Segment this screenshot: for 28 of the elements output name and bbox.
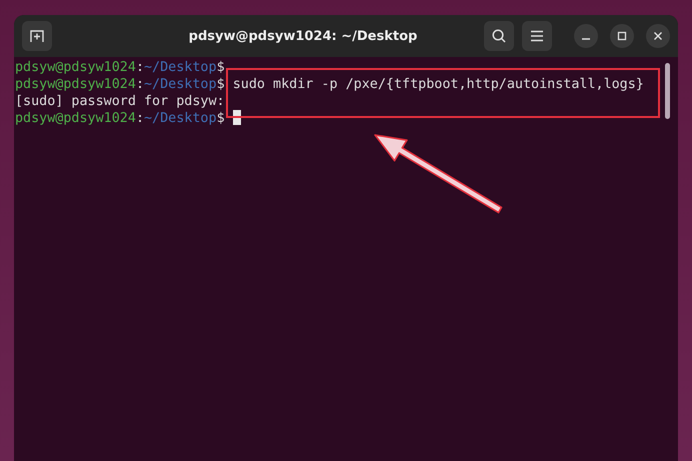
maximize-icon xyxy=(617,31,627,41)
menu-button[interactable] xyxy=(522,21,552,51)
close-icon xyxy=(653,31,663,41)
close-button[interactable] xyxy=(646,24,670,48)
minimize-button[interactable] xyxy=(574,24,598,48)
prompt-symbol: $ xyxy=(216,77,225,92)
minimize-icon xyxy=(582,38,590,40)
prompt-path: ~/Desktop xyxy=(144,111,217,126)
scrollbar[interactable] xyxy=(665,63,670,119)
search-icon xyxy=(491,28,507,44)
command-text: sudo mkdir -p /pxe/{tftpboot,http/autoinstall,logs} xyxy=(232,77,644,92)
prompt-path: ~/Desktop xyxy=(144,77,217,92)
prompt-user-host: pdsyw@pdsyw1024 xyxy=(15,77,136,92)
menu-icon xyxy=(530,30,544,42)
prompt-separator: : xyxy=(136,111,144,126)
prompt-symbol: $ xyxy=(216,60,225,75)
prompt-user-host: pdsyw@pdsyw1024 xyxy=(15,60,136,75)
prompt-path: ~/Desktop xyxy=(144,60,217,75)
prompt-separator: : xyxy=(136,60,144,75)
prompt-separator: : xyxy=(136,77,144,92)
prompt-symbol: $ xyxy=(216,111,225,126)
new-tab-icon xyxy=(29,28,45,44)
search-button[interactable] xyxy=(484,21,514,51)
new-tab-button[interactable] xyxy=(22,21,52,51)
maximize-button[interactable] xyxy=(610,24,634,48)
window-title: pdsyw@pdsyw1024: ~/Desktop xyxy=(188,28,418,44)
output-text: [sudo] password for pdsyw: xyxy=(15,94,225,109)
prompt-user-host: pdsyw@pdsyw1024 xyxy=(15,111,136,126)
